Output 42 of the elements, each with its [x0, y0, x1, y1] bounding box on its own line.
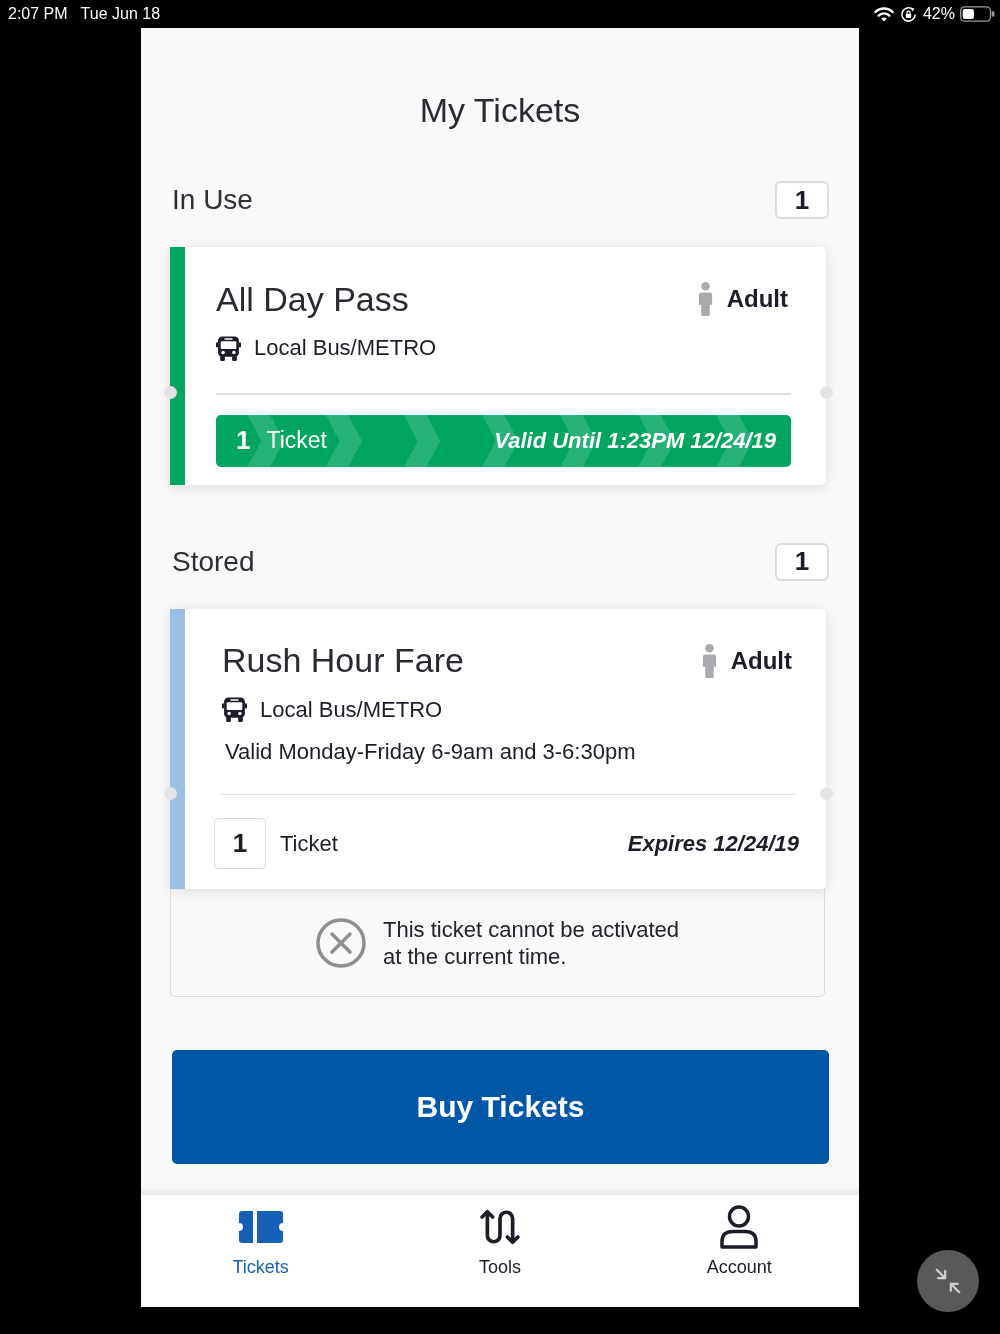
- valid-until-text: Valid Until 1:23PM 12/24/19: [494, 427, 776, 454]
- wifi-icon: [873, 6, 894, 22]
- notice-text: This ticket cannot be activated at the current time.: [383, 915, 679, 970]
- rider-type: Adult: [730, 646, 792, 675]
- rotation-lock-icon: [899, 5, 917, 23]
- ticket-card[interactable]: Rush Hour Fare Adult Local Bus/METRO Valid Monday-Friday 6-9am and 3-6:30pm 1 Ticket Expires 12/24/19: [170, 608, 826, 889]
- tab-bar-item[interactable]: Tools: [380, 1195, 620, 1307]
- ticket-notch: [163, 786, 177, 800]
- ticket-name: All Day Pass: [216, 279, 409, 319]
- collapse-arrows-icon: [934, 1267, 962, 1295]
- section-title: In Use: [172, 184, 253, 216]
- ticket-unit-label: Ticket: [280, 830, 338, 857]
- person-outline-icon: [720, 1205, 759, 1249]
- ticket-notch: [163, 386, 177, 399]
- bus-icon: [222, 697, 247, 722]
- battery-icon: [960, 6, 995, 22]
- validity-schedule: Valid Monday-Friday 6-9am and 3-6:30pm: [225, 738, 637, 765]
- tab-bar-item[interactable]: Tickets: [141, 1195, 381, 1307]
- bus-icon: [216, 335, 241, 361]
- ticket-quantity: 1: [214, 818, 266, 869]
- status-time: 2:07 PM: [8, 5, 68, 23]
- ticket-card[interactable]: All Day Pass Adult Local Bus/METRO 1 Ticket Valid Until 1:23PM 12/24/19: [170, 247, 826, 485]
- ticket-name: Rush Hour Fare: [222, 641, 464, 680]
- expiry-text: Expires 12/24/19: [627, 830, 799, 857]
- ticket-icon: [238, 1211, 283, 1243]
- up-down-arrows-icon: [480, 1209, 520, 1245]
- tab-bar-item[interactable]: Account: [619, 1195, 859, 1307]
- cancel-circle-icon: [316, 917, 367, 968]
- ticket-count-badge: 1: [775, 181, 829, 219]
- rider-type: Adult: [726, 285, 788, 313]
- ticket-count-badge: 1: [775, 542, 829, 581]
- service-name: Local Bus/METRO: [260, 696, 443, 723]
- person-icon: [700, 643, 718, 678]
- person-icon: [696, 282, 714, 316]
- section-title: Stored: [172, 545, 255, 578]
- ticket-quantity: 1: [236, 425, 251, 456]
- status-date: Tue Jun 18: [80, 5, 161, 23]
- battery-percentage: 42%: [922, 5, 955, 23]
- service-name: Local Bus/METRO: [254, 335, 437, 361]
- page-title: My Tickets: [419, 90, 581, 130]
- buy-tickets-button[interactable]: Buy Tickets: [172, 1050, 829, 1164]
- ticket-unit-label: Ticket: [266, 427, 327, 454]
